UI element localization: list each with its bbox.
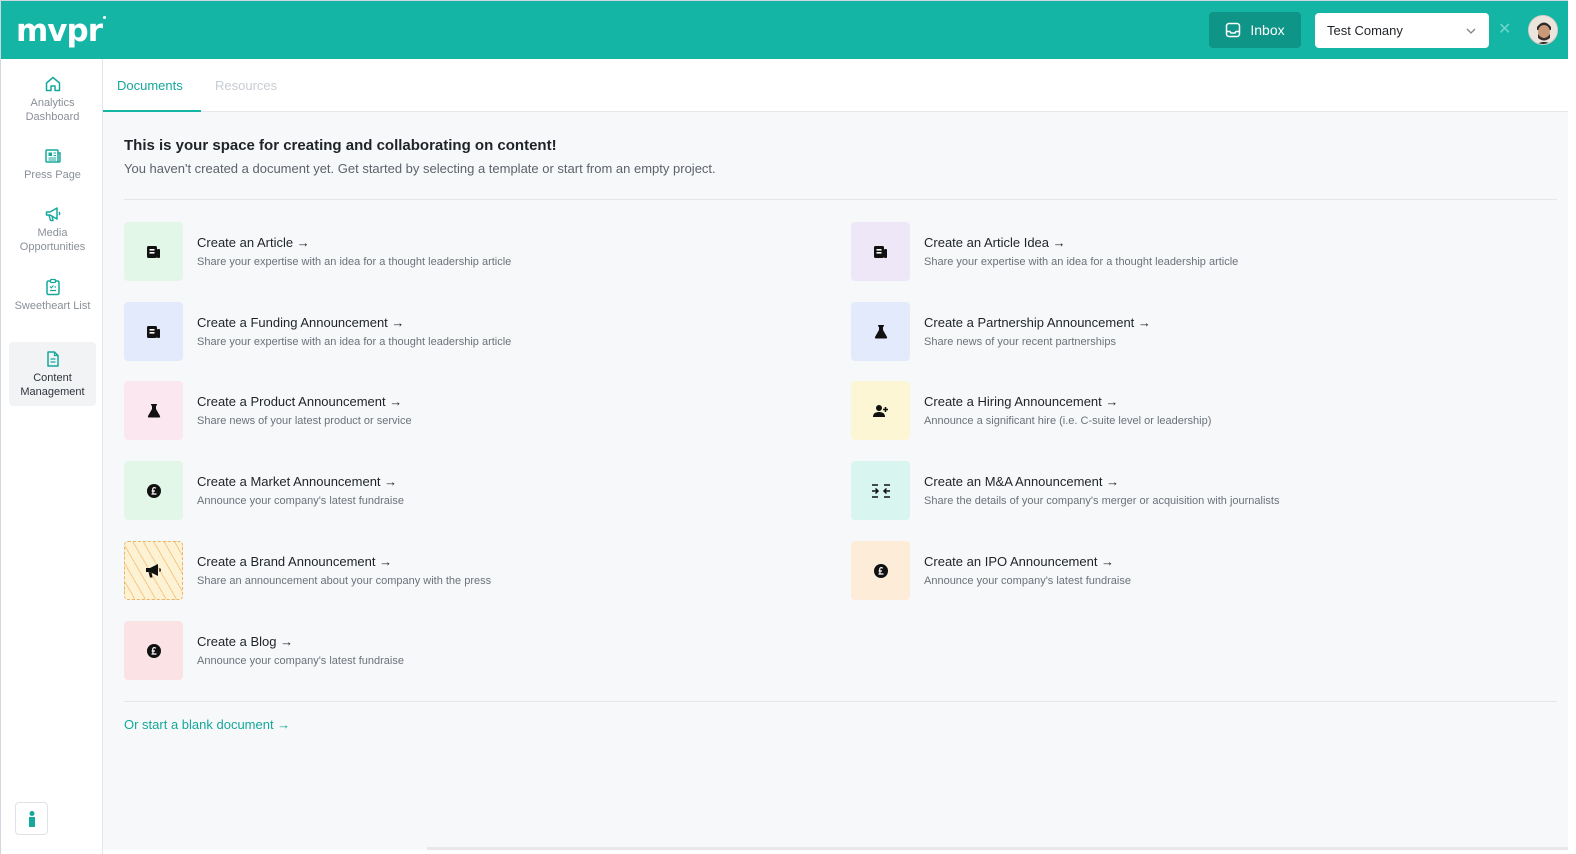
- user-avatar-image: [1529, 16, 1557, 44]
- article-icon: [873, 245, 887, 258]
- template-icon-box: [124, 302, 183, 361]
- template-card-ipo-announcement[interactable]: Create an IPO Announcement → Announce yo…: [851, 541, 1551, 600]
- article-icon: [146, 245, 160, 258]
- pound-icon: [873, 563, 888, 578]
- megaphone-icon: [45, 207, 60, 222]
- tab-documents[interactable]: Documents: [103, 59, 201, 112]
- template-title: Create an Article Idea →: [924, 235, 1066, 250]
- template-description: Share the details of your company's merg…: [924, 495, 1280, 507]
- pound-icon: [146, 483, 161, 498]
- tab-bar: Documents Resources: [103, 59, 1568, 112]
- sidebar-item-label: Sweetheart List: [14, 300, 91, 312]
- template-title: Create a Blog →: [197, 634, 294, 649]
- template-title: Create a Partnership Announcement →: [924, 315, 1151, 330]
- horizontal-scrollbar[interactable]: [427, 847, 1568, 850]
- template-description: Share an announcement about your company…: [197, 575, 492, 587]
- blank-document-link[interactable]: Or start a blank document →: [124, 717, 290, 732]
- top-bar: mvpr Inbox Test Comany ✕: [0, 0, 1568, 59]
- template-description: Announce your company's latest fundraise: [924, 575, 1131, 587]
- template-card-blog[interactable]: Create a Blog → Announce your company's …: [124, 621, 824, 680]
- template-title: Create a Funding Announcement →: [197, 315, 405, 330]
- sidebar-item-analytics-dashboard[interactable]: Analytics Dashboard: [9, 75, 96, 125]
- newspaper-icon: [44, 149, 61, 163]
- pound-icon: [146, 643, 161, 658]
- template-title: Create an Article →: [197, 235, 310, 250]
- document-icon: [46, 351, 59, 367]
- template-card-brand-announcement[interactable]: Create a Brand Announcement → Share an a…: [124, 541, 824, 600]
- template-card-article[interactable]: Create an Article → Share your expertise…: [124, 222, 824, 281]
- template-description: Announce your company's latest fundraise: [197, 655, 404, 667]
- article-icon: [146, 325, 160, 338]
- template-description: Share news of your recent partnerships: [924, 336, 1116, 348]
- sidebar-item-media-opportunities[interactable]: Media Opportunities: [9, 205, 96, 255]
- merge-icon: [871, 483, 890, 498]
- template-card-article-idea[interactable]: Create an Article Idea → Share your expe…: [851, 222, 1551, 281]
- template-icon-box: [851, 541, 910, 600]
- company-select[interactable]: Test Comany: [1315, 13, 1489, 48]
- template-description: Share news of your latest product or ser…: [197, 415, 412, 427]
- company-select-value: Test Comany: [1327, 23, 1403, 38]
- flask-icon: [147, 403, 160, 417]
- template-card-market-announcement[interactable]: Create a Market Announcement → Announce …: [124, 461, 824, 520]
- template-card-product-announcement[interactable]: Create a Product Announcement → Share ne…: [124, 381, 824, 440]
- divider: [124, 701, 1557, 702]
- avatar[interactable]: [1528, 15, 1558, 45]
- logo-text: mvpr: [16, 13, 103, 49]
- main-content: Documents Resources This is your space f…: [103, 59, 1568, 849]
- page-subtitle: You haven't created a document yet. Get …: [124, 161, 716, 176]
- sidebar-item-sweetheart-list[interactable]: Sweetheart List: [9, 278, 96, 328]
- template-title: Create an IPO Announcement →: [924, 554, 1115, 569]
- sidebar: Analytics Dashboard Press Page Media Opp…: [0, 59, 103, 854]
- template-card-hiring-announcement[interactable]: Create a Hiring Announcement → Announce …: [851, 381, 1551, 440]
- template-description: Share your expertise with an idea for a …: [197, 336, 512, 348]
- template-title: Create a Hiring Announcement →: [924, 394, 1119, 409]
- template-description: Announce your company's latest fundraise: [197, 495, 404, 507]
- template-card-ma-announcement[interactable]: Create an M&A Announcement → Share the d…: [851, 461, 1551, 520]
- template-description: Share your expertise with an idea for a …: [197, 256, 512, 268]
- template-title: Create a Brand Announcement →: [197, 554, 393, 569]
- page-title: This is your space for creating and coll…: [124, 137, 557, 154]
- template-icon-box: [851, 461, 910, 520]
- clipboard-icon: [45, 278, 60, 296]
- tab-resources[interactable]: Resources: [201, 59, 291, 112]
- sidebar-item-content-management[interactable]: Content Management: [9, 342, 96, 406]
- inbox-icon: [1226, 22, 1241, 38]
- template-icon-box: [124, 461, 183, 520]
- template-icon-box: [851, 222, 910, 281]
- sidebar-item-label: Analytics Dashboard: [25, 97, 80, 123]
- sidebar-item-label: Content Management: [20, 372, 85, 398]
- clear-selection-icon[interactable]: ✕: [1498, 22, 1511, 38]
- megaphone-icon: [145, 563, 161, 577]
- help-icon: [28, 810, 35, 827]
- template-card-funding-announcement[interactable]: Create a Funding Announcement → Share yo…: [124, 302, 824, 361]
- flask-icon: [874, 324, 887, 338]
- template-description: Announce a significant hire (i.e. C-suit…: [924, 415, 1212, 427]
- help-button[interactable]: [15, 802, 48, 835]
- template-icon-box: [124, 381, 183, 440]
- template-title: Create a Product Announcement →: [197, 394, 403, 409]
- logo[interactable]: mvpr: [16, 13, 106, 49]
- template-description: Share your expertise with an idea for a …: [924, 256, 1239, 268]
- template-title: Create a Market Announcement →: [197, 474, 398, 489]
- home-icon: [45, 76, 60, 92]
- template-icon-box: [124, 621, 183, 680]
- sidebar-item-press-page[interactable]: Press Page: [9, 147, 96, 183]
- divider: [124, 199, 1557, 200]
- inbox-button[interactable]: Inbox: [1209, 12, 1301, 48]
- template-icon-box: [851, 302, 910, 361]
- template-icon-box: [124, 222, 183, 281]
- inbox-label: Inbox: [1250, 22, 1285, 38]
- chevron-down-icon: [1466, 28, 1476, 34]
- template-icon-box: [851, 381, 910, 440]
- template-card-partnership-announcement[interactable]: Create a Partnership Announcement → Shar…: [851, 302, 1551, 361]
- add-person-icon: [873, 404, 888, 417]
- sidebar-item-label: Media Opportunities: [19, 227, 86, 253]
- template-title: Create an M&A Announcement →: [924, 474, 1120, 489]
- sidebar-item-label: Press Page: [24, 169, 81, 181]
- template-icon-box: [124, 541, 183, 600]
